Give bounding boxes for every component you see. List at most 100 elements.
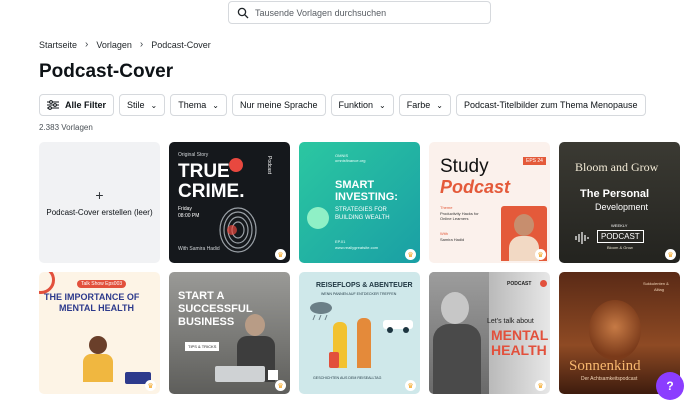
template-text: Let's talk about bbox=[487, 318, 534, 325]
template-text: GESCHICHTEN AUS DEM REISEALLTAG bbox=[313, 376, 382, 380]
crown-icon: ♛ bbox=[535, 380, 546, 391]
template-text: EP.01 bbox=[335, 239, 346, 244]
red-dot-decoration bbox=[229, 158, 243, 172]
chevron-down-icon: ⌄ bbox=[150, 100, 158, 110]
template-text: Samira Hadid bbox=[440, 237, 465, 242]
filter-label: Nur meine Sprache bbox=[239, 100, 318, 110]
chevron-down-icon: ⌄ bbox=[436, 100, 443, 110]
laptop-illustration bbox=[215, 366, 265, 382]
template-text: With bbox=[440, 231, 448, 236]
breadcrumb-current: Podcast-Cover bbox=[151, 39, 211, 50]
template-title: SMART bbox=[335, 179, 375, 191]
template-card[interactable]: PODCAST Let's talk about MENTAL HEALTH ♛ bbox=[429, 272, 550, 394]
search-bar[interactable] bbox=[228, 1, 491, 24]
arc-decoration bbox=[39, 272, 55, 294]
crown-icon: ♛ bbox=[405, 380, 416, 391]
plus-icon: + bbox=[95, 187, 104, 203]
filter-label: Funktion bbox=[338, 100, 374, 110]
template-text: Alltag bbox=[654, 287, 665, 292]
template-text: 08:00 PM bbox=[178, 213, 200, 219]
template-title: Podcast bbox=[440, 177, 511, 197]
template-text: Friday bbox=[178, 206, 192, 212]
template-card[interactable]: Bloom and Grow The Personal Development … bbox=[559, 142, 680, 263]
suitcase-illustration bbox=[329, 352, 339, 368]
template-card[interactable]: OMNIS omnisfinance.org SMART INVESTING: … bbox=[299, 142, 420, 263]
template-title: Bloom and Grow bbox=[575, 160, 659, 174]
template-text: Der Achtsamkeitspodcast bbox=[581, 376, 638, 382]
template-text: With Samira Hadid bbox=[178, 246, 220, 252]
template-title: MENTAL HEALTH bbox=[59, 303, 134, 313]
fingerprint-icon bbox=[219, 207, 257, 253]
filter-sliders-icon bbox=[47, 100, 59, 110]
filter-feature-dropdown[interactable]: Funktion ⌄ bbox=[330, 94, 394, 116]
illustration bbox=[79, 330, 119, 382]
red-dot-decoration bbox=[540, 280, 547, 287]
breadcrumb-templates[interactable]: Vorlagen bbox=[96, 40, 132, 50]
template-text: WEEKLY bbox=[611, 223, 628, 228]
template-text: Podcast bbox=[266, 156, 272, 175]
template-text: Bloom & Grow bbox=[607, 245, 633, 250]
template-tag: Talk Show Eps003 bbox=[77, 280, 127, 288]
crown-icon: ♛ bbox=[535, 249, 546, 260]
template-title: START A bbox=[178, 290, 225, 302]
template-title: HEALTH bbox=[491, 342, 547, 358]
all-filters-button[interactable]: Alle Filter bbox=[39, 94, 115, 116]
template-tag: TIPS & TRICKS bbox=[185, 342, 220, 351]
chevron-right-icon: › bbox=[85, 39, 89, 50]
search-icon bbox=[237, 7, 249, 18]
page-title: Podcast-Cover bbox=[39, 61, 174, 82]
crown-icon: ♛ bbox=[275, 249, 286, 260]
question-mark-icon: ? bbox=[666, 379, 674, 393]
portrait-photo bbox=[589, 300, 641, 360]
template-title: Study bbox=[440, 156, 489, 177]
template-card[interactable]: Study Podcast EPS 24 Theme Productivity … bbox=[429, 142, 550, 263]
template-title: INVESTING: bbox=[335, 191, 398, 203]
template-text: Original Story bbox=[178, 152, 209, 158]
crown-icon: ♛ bbox=[275, 380, 286, 391]
template-title: REISEFLOPS & ABENTEUER bbox=[316, 282, 413, 289]
template-title: MENTAL bbox=[491, 327, 549, 343]
filter-bar: Alle Filter Stile ⌄ Thema ⌄ Nur meine Spra… bbox=[39, 94, 646, 116]
all-filters-label: Alle Filter bbox=[65, 100, 107, 110]
circle-decoration bbox=[307, 207, 329, 229]
episode-badge: EPS 24 bbox=[523, 157, 546, 165]
filter-my-language-button[interactable]: Nur meine Sprache bbox=[231, 94, 326, 116]
template-text: omnisfinance.org bbox=[335, 158, 366, 163]
help-button[interactable]: ? bbox=[656, 372, 684, 400]
template-card[interactable]: REISEFLOPS & ABENTEUER WENN PANNEN AUF E… bbox=[299, 272, 420, 394]
create-blank-card[interactable]: + Podcast-Cover erstellen (leer) bbox=[39, 142, 160, 263]
template-text: Sukkulenten & bbox=[643, 281, 669, 286]
template-title: The Personal bbox=[580, 188, 650, 200]
template-tag: PODCAST bbox=[507, 281, 532, 287]
template-count: 2.383 Vorlagen bbox=[39, 123, 93, 132]
template-title: TRUE bbox=[178, 161, 230, 182]
template-card[interactable]: START A SUCCESSFUL BUSINESS TIPS & TRICK… bbox=[169, 272, 290, 394]
crown-icon: ♛ bbox=[145, 380, 156, 391]
soundwave-icon bbox=[575, 232, 589, 244]
filter-label: Thema bbox=[178, 100, 207, 110]
rain-cloud-icon bbox=[310, 302, 332, 321]
template-text: Theme bbox=[440, 205, 453, 210]
breadcrumb: Startseite › Vorlagen › Podcast-Cover bbox=[39, 39, 211, 50]
filter-style-dropdown[interactable]: Stile ⌄ bbox=[119, 94, 166, 116]
template-title: Sonnenkind bbox=[569, 358, 641, 374]
template-text: BUILDING WEALTH bbox=[335, 215, 390, 221]
template-text: WENN PANNEN AUF ENTDECKER TREFFEN bbox=[321, 292, 397, 296]
template-card[interactable]: Talk Show Eps003 THE IMPORTANCE OF MENTA… bbox=[39, 272, 160, 394]
filter-theme-dropdown[interactable]: Thema ⌄ bbox=[170, 94, 227, 116]
chevron-right-icon: › bbox=[139, 39, 144, 50]
square-decoration bbox=[268, 370, 278, 380]
breadcrumb-home[interactable]: Startseite bbox=[39, 40, 77, 50]
template-text: Online Learners bbox=[440, 216, 469, 221]
filter-label: Stile bbox=[127, 100, 145, 110]
template-title: Development bbox=[595, 202, 649, 212]
template-title: THE IMPORTANCE OF bbox=[44, 292, 140, 302]
template-title: CRIME. bbox=[178, 181, 245, 202]
filter-label: Farbe bbox=[406, 100, 431, 110]
search-input[interactable] bbox=[255, 7, 475, 18]
person-photo bbox=[429, 272, 489, 394]
filter-menopause-button[interactable]: Podcast-Titelbilder zum Thema Menopause bbox=[455, 94, 646, 116]
filter-color-dropdown[interactable]: Farbe ⌄ bbox=[398, 94, 451, 116]
chevron-down-icon: ⌄ bbox=[212, 100, 219, 110]
template-card[interactable]: Original Story TRUE CRIME. Podcast Frida… bbox=[169, 142, 290, 263]
